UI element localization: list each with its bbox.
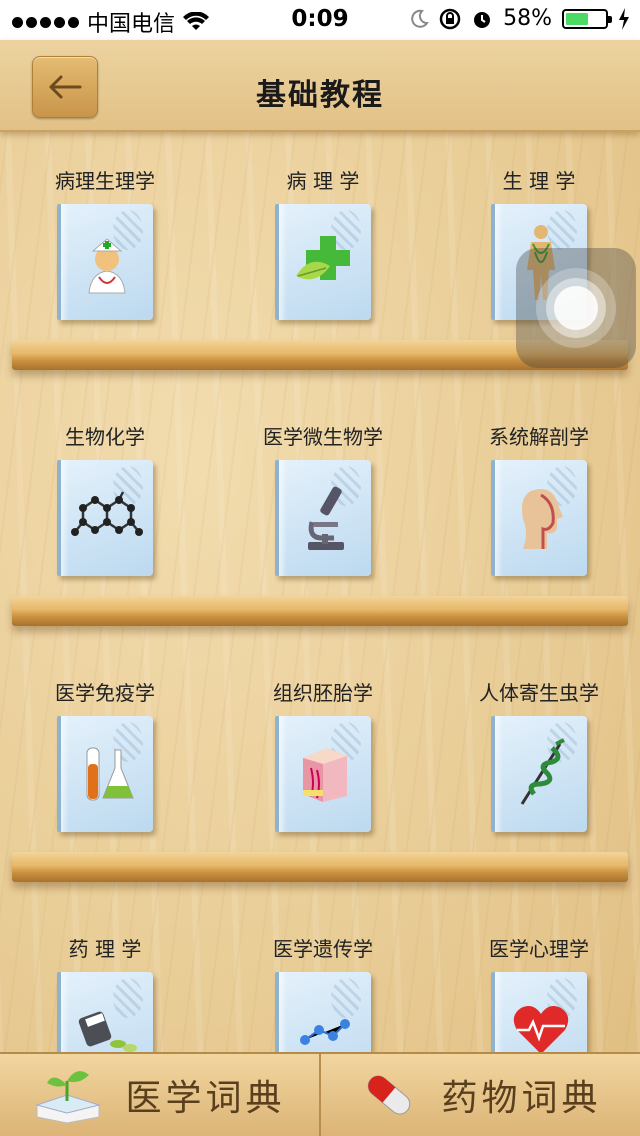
book-label: 医学微生物学 <box>263 425 383 449</box>
caduceus-icon <box>520 738 565 805</box>
book-item-histology-embryology[interactable]: 组织胚胎学 <box>218 678 428 832</box>
book-cover[interactable] <box>57 204 153 320</box>
book-item-pathology[interactable]: 病 理 学 <box>218 166 428 320</box>
book-item-parasitology[interactable]: 人体寄生虫学 <box>434 678 640 832</box>
tab-label: 药物词典 <box>441 1078 602 1119</box>
leaf-cross-icon <box>296 236 350 280</box>
tab-medical-dictionary[interactable]: 医学词典 <box>0 1054 319 1136</box>
assistive-touch-button[interactable] <box>516 248 636 368</box>
heart-icon <box>513 1006 569 1054</box>
status-bar: 中国电信 0:09 58% <box>0 0 640 40</box>
dna-molecule-icon <box>300 1019 350 1045</box>
tissue-icon <box>303 748 347 802</box>
book-cover[interactable] <box>275 204 371 320</box>
book-item-immunology[interactable]: 医学免疫学 <box>0 678 210 832</box>
book-cover[interactable] <box>275 460 371 576</box>
shelf <box>12 852 628 882</box>
battery-level <box>566 12 589 25</box>
microscope-icon <box>308 486 344 550</box>
book-label: 组织胚胎学 <box>273 681 373 705</box>
tab-label: 医学词典 <box>125 1078 286 1119</box>
book-label: 病理生理学 <box>55 169 155 193</box>
test-tube-icon <box>86 747 134 801</box>
pill-bottle-icon <box>78 1011 137 1052</box>
book-label: 生物化学 <box>65 425 145 449</box>
book-label: 医学遗传学 <box>273 937 373 961</box>
molecule-icon <box>71 491 143 536</box>
book-item-microbiology[interactable]: 医学微生物学 <box>218 422 428 576</box>
book-label: 人体寄生虫学 <box>479 681 599 705</box>
page-title: 基础教程 <box>256 78 384 113</box>
battery-percent: 58% <box>503 6 552 31</box>
book-item-pathophysiology[interactable]: 病理生理学 <box>0 166 210 320</box>
book-cover[interactable] <box>275 716 371 832</box>
moon-icon <box>411 9 429 28</box>
orientation-lock-icon <box>439 8 461 29</box>
book-cover[interactable] <box>57 460 153 576</box>
book-cover[interactable] <box>491 460 587 576</box>
book-label: 系统解剖学 <box>489 425 589 449</box>
book-sprout-icon <box>35 1071 102 1124</box>
charging-icon <box>619 7 629 30</box>
status-right: 58% <box>409 6 630 31</box>
book-label: 医学心理学 <box>489 937 589 961</box>
bottom-tab-bar: 医学词典 药物词典 <box>0 1052 640 1136</box>
book-item-anatomy[interactable]: 系统解剖学 <box>434 422 640 576</box>
battery-icon <box>562 8 612 29</box>
book-label: 生 理 学 <box>502 169 576 193</box>
book-item-biochemistry[interactable]: 生物化学 <box>0 422 210 576</box>
book-label: 医学免疫学 <box>55 681 155 705</box>
tab-drug-dictionary[interactable]: 药物词典 <box>319 1054 640 1136</box>
book-cover[interactable] <box>57 716 153 832</box>
capsule-icon <box>368 1075 411 1115</box>
head-anatomy-icon <box>522 489 563 549</box>
book-cover[interactable] <box>491 716 587 832</box>
book-label: 药 理 学 <box>68 937 142 961</box>
nurse-icon <box>88 238 126 294</box>
shelf <box>12 596 628 626</box>
alarm-icon <box>474 11 491 28</box>
book-label: 病 理 学 <box>286 169 360 193</box>
navigation-bar: 基础教程 <box>0 40 640 132</box>
